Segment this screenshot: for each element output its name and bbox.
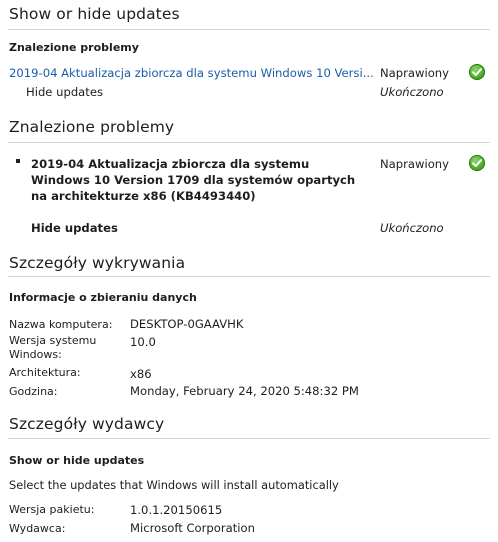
hide-updates-label: Hide updates: [31, 221, 118, 235]
divider: [8, 276, 490, 277]
publisher-description: Select the updates that Windows will ins…: [9, 478, 339, 492]
update-item-title: 2019-04 Aktualizacja zbiorcza dla system…: [31, 157, 356, 203]
completed-status: Ukończono: [380, 85, 444, 99]
completed-status: Ukończono: [380, 221, 444, 235]
field-value-package-version: 1.0.1.20150615: [130, 503, 223, 517]
field-label-package-version: Wersja pakietu:: [9, 503, 95, 516]
section-subheading: Show or hide updates: [9, 454, 145, 467]
update-link[interactable]: 2019-04 Aktualizacja zbiorcza dla system…: [9, 66, 374, 80]
check-circle-icon: [469, 155, 485, 171]
status-text: Naprawiony: [380, 157, 450, 171]
field-value-time: Monday, February 24, 2020 5:48:32 PM: [130, 384, 359, 398]
status-text: Naprawiony: [380, 66, 450, 80]
field-value-computer: DESKTOP-0GAAVHK: [130, 317, 244, 331]
section-title-publisher: Szczegóły wydawcy: [9, 415, 165, 433]
field-value-architecture: x86: [130, 367, 152, 381]
field-value-windows-version: 10.0: [130, 335, 156, 349]
field-value-publisher: Microsoft Corporation: [130, 521, 255, 535]
check-circle-icon: [469, 64, 485, 80]
divider: [8, 438, 490, 439]
divider: [8, 142, 490, 143]
field-label-computer: Nazwa komputera:: [9, 318, 113, 331]
field-label-time: Godzina:: [9, 385, 58, 398]
bullet-icon: [16, 159, 20, 163]
field-label-publisher: Wydawca:: [9, 522, 66, 535]
hide-updates-label: Hide updates: [26, 85, 104, 99]
field-label-windows-version: Wersja systemu Windows:: [9, 334, 97, 361]
section-title-show-hide: Show or hide updates: [9, 5, 180, 23]
field-label-architecture: Architektura:: [9, 366, 81, 379]
section-title-problems: Znalezione problemy: [9, 118, 175, 136]
divider: [8, 29, 490, 30]
section-title-detection: Szczegóły wykrywania: [9, 254, 186, 272]
section-subheading: Znalezione problemy: [9, 41, 139, 54]
section-subheading: Informacje o zbieraniu danych: [9, 291, 197, 304]
